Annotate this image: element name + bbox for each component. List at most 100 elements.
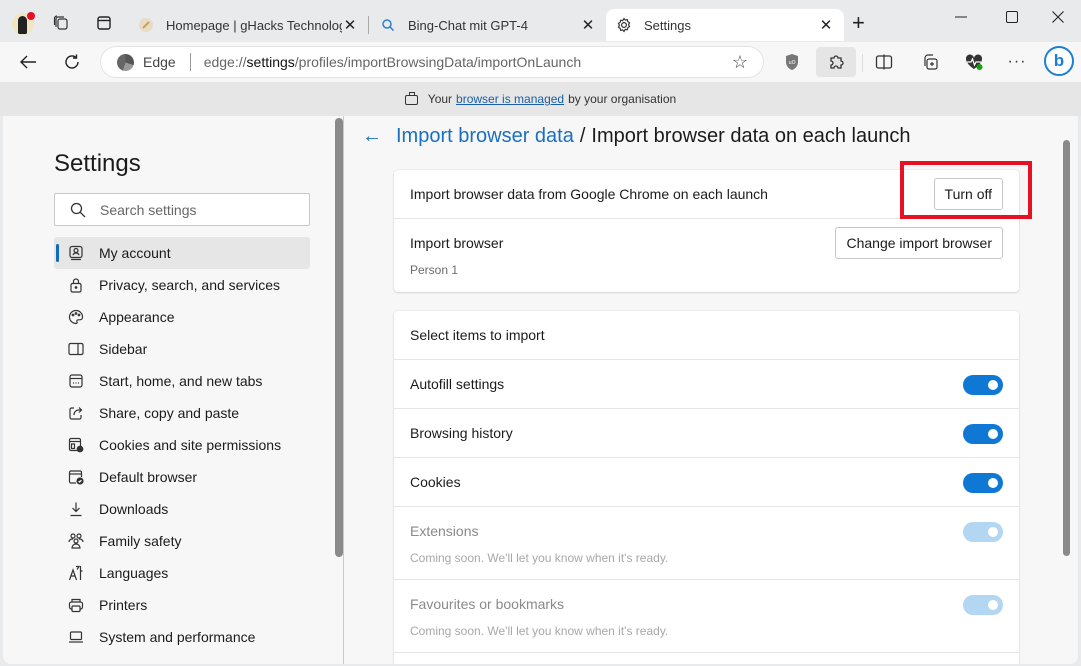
lock-icon xyxy=(67,276,85,294)
change-import-browser-button[interactable]: Change import browser xyxy=(835,227,1003,259)
item-label: Extensions xyxy=(410,523,479,539)
extensions-puzzle-icon[interactable] xyxy=(816,47,856,77)
tab-ghacks[interactable]: Homepage | gHacks Technology ✕ xyxy=(128,9,368,41)
sidebar-item-label: Family safety xyxy=(99,533,182,549)
breadcrumb: ← Import browser data / Import browser d… xyxy=(362,125,911,148)
managed-prefix: Your xyxy=(427,92,453,106)
item-label: Browsing history xyxy=(410,425,513,441)
sidebar-item-sidebar[interactable]: Sidebar xyxy=(54,333,310,365)
annotation-highlight-box xyxy=(900,161,1032,219)
sidebar-item-family-safety[interactable]: Family safety xyxy=(54,525,310,557)
download-icon xyxy=(67,500,85,518)
browser-essentials-icon[interactable] xyxy=(960,48,988,76)
sidebar-item-cookies[interactable]: Cookies and site permissions xyxy=(54,429,310,461)
tab-close-button[interactable]: ✕ xyxy=(580,17,596,34)
printer-icon xyxy=(67,596,85,614)
sidebar-item-system-performance[interactable]: System and performance xyxy=(54,621,310,653)
main-scrollbar[interactable] xyxy=(1063,140,1070,556)
favorite-star-icon[interactable]: ☆ xyxy=(732,52,748,73)
home-tabs-icon xyxy=(67,372,85,390)
page-title: Import browser data on each launch xyxy=(591,125,911,147)
item-label: Favourites or bookmarks xyxy=(410,596,565,612)
sidebar-item-default-browser[interactable]: Default browser xyxy=(54,461,310,493)
settings-sidebar: Settings My account Privacy, search, and… xyxy=(3,116,343,664)
managed-notice-bar: Your browser is managed by your organisa… xyxy=(0,82,1081,116)
tab-settings[interactable]: Settings ✕ xyxy=(606,9,844,41)
account-icon xyxy=(67,244,85,262)
tab-actions-icon[interactable] xyxy=(95,14,113,32)
sidebar-item-label: Appearance xyxy=(99,309,175,325)
sidebar-item-printers[interactable]: Printers xyxy=(54,589,310,621)
url-host: settings xyxy=(246,54,295,70)
import-item-row: Cookies xyxy=(394,458,1019,507)
select-items-header: Select items to import xyxy=(410,327,545,343)
extensions-toggle[interactable] xyxy=(963,522,1003,542)
briefcase-icon xyxy=(404,92,418,105)
sidebar-item-label: Default browser xyxy=(99,469,198,485)
more-menu-icon[interactable]: ··· xyxy=(1003,48,1031,76)
refresh-button[interactable] xyxy=(60,50,84,74)
cookies-toggle[interactable] xyxy=(963,473,1003,493)
item-description: Coming soon. We'll let you know when it'… xyxy=(410,624,669,638)
bing-copilot-button[interactable]: b xyxy=(1044,46,1074,76)
import-item-row: Favourites or bookmarks Coming soon. We'… xyxy=(394,580,1019,653)
favourites-toggle[interactable] xyxy=(963,595,1003,615)
back-arrow-icon[interactable]: ← xyxy=(362,125,382,148)
tab-title: Bing-Chat mit GPT-4 xyxy=(408,17,528,33)
close-window-button[interactable] xyxy=(1047,8,1069,26)
search-icon xyxy=(70,202,86,217)
minimize-button[interactable] xyxy=(950,8,972,26)
main-content: ← Import browser data / Import browser d… xyxy=(344,116,1078,664)
maximize-button[interactable] xyxy=(1001,8,1023,26)
new-tab-button[interactable]: + xyxy=(852,12,865,34)
gear-icon xyxy=(616,17,632,33)
omnibox-divider xyxy=(189,53,191,71)
browsing-history-toggle[interactable] xyxy=(963,424,1003,444)
import-browser-row: Import browser Person 1 Change import br… xyxy=(394,219,1019,292)
import-item-row: Autofill settings xyxy=(394,360,1019,409)
sidebar-item-label: Downloads xyxy=(99,501,169,517)
sidebar-scrollbar[interactable] xyxy=(335,118,343,557)
sidebar-item-label: Share, copy and paste xyxy=(99,405,240,421)
workspaces-icon[interactable] xyxy=(52,14,70,32)
settings-nav-list: My account Privacy, search, and services… xyxy=(54,237,310,653)
url-text[interactable]: edge://settings/profiles/importBrowsingD… xyxy=(204,54,581,70)
item-description: Coming soon. We'll let you know when it'… xyxy=(410,551,669,565)
sidebar-item-start-home-tabs[interactable]: Start, home, and new tabs xyxy=(54,365,310,397)
sidebar-item-downloads[interactable]: Downloads xyxy=(54,493,310,525)
address-bar[interactable]: Edge edge://settings/profiles/importBrow… xyxy=(100,46,764,78)
languages-icon xyxy=(67,564,85,582)
ublock-shield-icon[interactable]: uO xyxy=(778,48,806,76)
search-icon xyxy=(380,17,396,33)
split-screen-icon[interactable] xyxy=(870,48,898,76)
navigation-toolbar: Edge edge://settings/profiles/importBrow… xyxy=(0,42,1081,82)
select-items-card: Select items to import Autofill settings… xyxy=(394,311,1019,664)
select-items-header-row: Select items to import xyxy=(394,311,1019,360)
collections-icon[interactable] xyxy=(916,48,944,76)
sidebar-item-share-copy-paste[interactable]: Share, copy and paste xyxy=(54,397,310,429)
sidebar-item-languages[interactable]: Languages xyxy=(54,557,310,589)
sidebar-item-privacy[interactable]: Privacy, search, and services xyxy=(54,269,310,301)
tab-close-button[interactable]: ✕ xyxy=(342,17,358,34)
tab-bing-chat[interactable]: Bing-Chat mit GPT-4 ✕ xyxy=(370,9,606,41)
search-settings-input[interactable] xyxy=(100,201,290,218)
edge-logo-icon xyxy=(117,53,134,71)
toolbar-divider xyxy=(862,54,863,72)
sidebar-item-appearance[interactable]: Appearance xyxy=(54,301,310,333)
sidebar-item-label: Cookies and site permissions xyxy=(99,437,282,453)
sidebar-item-my-account[interactable]: My account xyxy=(54,237,310,269)
tab-divider xyxy=(368,16,369,34)
site-info-label[interactable]: Edge xyxy=(143,54,176,70)
back-button[interactable] xyxy=(16,50,40,74)
url-path: /profiles/importBrowsingData/importOnLau… xyxy=(294,54,582,70)
import-item-row: Browsing history xyxy=(394,409,1019,458)
notification-dot xyxy=(27,12,35,20)
breadcrumb-parent-link[interactable]: Import browser data xyxy=(396,125,574,148)
autofill-toggle[interactable] xyxy=(963,375,1003,395)
default-browser-icon xyxy=(67,468,85,486)
tab-close-button[interactable]: ✕ xyxy=(818,17,834,34)
ghacks-icon xyxy=(138,17,154,33)
managed-link[interactable]: browser is managed xyxy=(456,92,564,106)
svg-text:uO: uO xyxy=(788,60,795,66)
search-settings-box[interactable] xyxy=(54,193,310,226)
